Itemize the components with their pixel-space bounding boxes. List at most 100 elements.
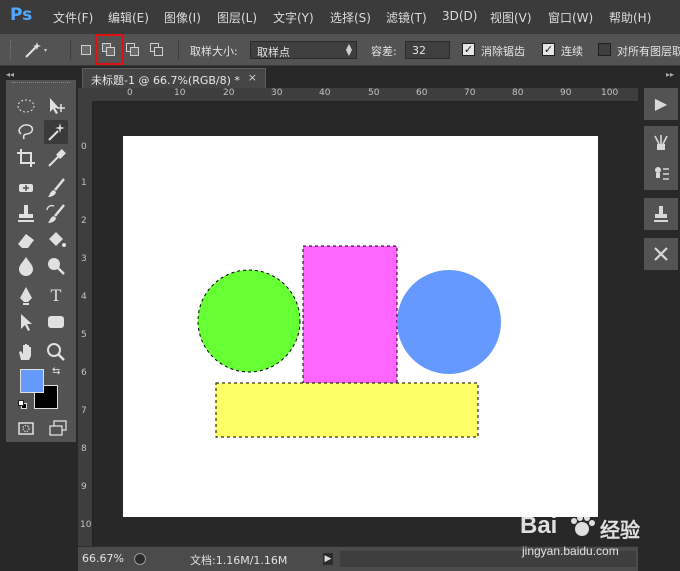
tolerance-label: 容差: (371, 45, 397, 58)
pen-tool-icon[interactable] (14, 284, 38, 308)
all-layers-label: 对所有图层取 (617, 45, 680, 58)
ruler-label: 80 (512, 88, 524, 98)
collapse-icon[interactable]: ◂◂ (6, 70, 14, 79)
document-tab-title: 未标题-1 @ 66.7%(RGB/8) * (91, 74, 240, 87)
crop-tool-icon[interactable] (14, 146, 38, 170)
menu-image[interactable]: 图像(I) (164, 9, 201, 26)
updown-arrow-icon: ▲ ▼ (345, 42, 352, 57)
play-action-icon[interactable]: ▶ (644, 88, 678, 120)
blue-circle[interactable] (397, 270, 501, 374)
contiguous-label: 连续 (561, 45, 583, 58)
ruler-label: 30 (271, 88, 283, 98)
hand-tool-icon[interactable] (14, 340, 38, 364)
horizontal-ruler[interactable]: 0 10 20 30 40 50 60 70 80 90 100 (93, 88, 638, 102)
ruler-corner[interactable] (78, 88, 93, 102)
ruler-label: 9 (81, 482, 87, 492)
sample-size-value: 取样点 (257, 46, 290, 59)
photoshop-logo: Ps (10, 5, 33, 25)
path-selection-tool-icon[interactable] (14, 310, 38, 334)
type-tool-icon[interactable]: T (44, 284, 68, 308)
status-info-icon[interactable] (134, 553, 146, 565)
ruler-label: 7 (81, 406, 87, 416)
menu-type[interactable]: 文字(Y) (273, 9, 314, 26)
ruler-label: 1 (81, 178, 87, 188)
expand-panels-icon[interactable]: ▸▸ (666, 70, 674, 79)
paint-bucket-tool-icon[interactable] (44, 228, 68, 252)
ruler-label: 50 (368, 88, 380, 98)
tolerance-input[interactable]: 32 (405, 41, 450, 59)
brush-tool-icon[interactable] (44, 176, 68, 200)
zoom-level[interactable]: 66.67% (82, 552, 124, 565)
healing-brush-tool-icon[interactable] (14, 176, 38, 200)
ruler-label: 8 (81, 444, 87, 454)
sample-size-dropdown[interactable]: 取样点 ▲ ▼ (250, 41, 357, 59)
green-circle[interactable] (197, 269, 301, 373)
marquee-tool-icon[interactable] (14, 94, 38, 118)
tool-presets-icon[interactable] (644, 198, 678, 230)
ruler-label: 60 (416, 88, 428, 98)
ruler-label: 0 (81, 142, 87, 152)
menu-window[interactable]: 窗口(W) (548, 9, 593, 26)
yellow-rectangle[interactable] (215, 382, 479, 438)
sample-size-label: 取样大小: (190, 45, 238, 58)
ruler-label: 20 (223, 88, 235, 98)
subtract-from-selection-icon[interactable] (126, 43, 140, 57)
eraser-tool-icon[interactable] (14, 228, 38, 252)
eyedropper-tool-icon[interactable] (44, 146, 68, 170)
menu-layer[interactable]: 图层(L) (217, 9, 257, 26)
swap-colors-icon[interactable]: ⇆ (52, 366, 60, 377)
menu-filter[interactable]: 滤镜(T) (386, 9, 427, 26)
paw-logo-icon (568, 514, 596, 538)
options-grip[interactable] (10, 40, 14, 60)
rectangle-tool-icon[interactable] (44, 310, 68, 334)
zoom-tool-icon[interactable] (44, 340, 68, 364)
magic-wand-preset-icon[interactable] (22, 40, 50, 60)
blur-tool-icon[interactable] (14, 254, 38, 278)
ruler-label: 40 (319, 88, 331, 98)
document-tab[interactable]: 未标题-1 @ 66.7%(RGB/8) * × (82, 68, 266, 88)
ruler-label: 0 (127, 88, 133, 98)
antialias-checkbox[interactable]: ✓ (462, 43, 475, 56)
menu-select[interactable]: 选择(S) (330, 9, 371, 26)
menu-edit[interactable]: 编辑(E) (108, 9, 149, 26)
document-size: 文档:1.16M/1.16M (190, 554, 288, 567)
contiguous-checkbox[interactable]: ✓ (542, 43, 555, 56)
lasso-tool-icon[interactable] (14, 120, 38, 144)
default-colors-icon[interactable] (18, 400, 28, 410)
menu-view[interactable]: 视图(V) (490, 9, 532, 26)
menu-help[interactable]: 帮助(H) (609, 9, 651, 26)
quick-mask-icon[interactable] (14, 416, 38, 440)
ruler-label: 6 (81, 368, 87, 378)
all-layers-checkbox[interactable] (598, 43, 611, 56)
ruler-label: 10 (80, 520, 92, 530)
menu-bar: Ps 文件(F) 编辑(E) 图像(I) 图层(L) 文字(Y) 选择(S) 滤… (0, 0, 680, 34)
antialias-label: 消除锯齿 (481, 45, 525, 58)
tools-settings-icon[interactable] (644, 238, 678, 270)
dodge-tool-icon[interactable] (44, 254, 68, 278)
history-brush-tool-icon[interactable] (44, 202, 68, 226)
status-menu-arrow-icon[interactable]: ▶ (323, 553, 333, 565)
toolbox-grip[interactable] (12, 82, 70, 88)
foreground-color-swatch[interactable] (20, 369, 44, 393)
baidu-jingyan-watermark: Bai 经验 jingyan.baidu.com (520, 512, 640, 558)
ruler-label: 2 (81, 216, 87, 226)
ruler-label: 4 (81, 292, 87, 302)
magic-wand-tool-icon[interactable] (44, 120, 68, 144)
brush-presets-icon[interactable] (644, 126, 678, 158)
menu-3d[interactable]: 3D(D) (442, 9, 477, 23)
vertical-ruler[interactable]: 0 1 2 3 4 5 6 7 8 9 10 (78, 102, 93, 546)
close-tab-icon[interactable]: × (248, 71, 257, 84)
menu-file[interactable]: 文件(F) (53, 9, 93, 26)
magenta-rectangle[interactable] (302, 245, 398, 387)
move-tool-icon[interactable] (44, 94, 68, 118)
ruler-label: 70 (464, 88, 476, 98)
ruler-label: 5 (81, 330, 87, 340)
ruler-label: 90 (560, 88, 572, 98)
intersect-selection-icon[interactable] (150, 43, 164, 57)
new-selection-icon[interactable] (80, 43, 94, 57)
ruler-label: 3 (81, 254, 87, 264)
clone-stamp-tool-icon[interactable] (14, 202, 38, 226)
document-canvas[interactable] (123, 136, 598, 517)
clone-source-icon[interactable] (644, 158, 678, 190)
screen-mode-icon[interactable] (46, 416, 70, 440)
